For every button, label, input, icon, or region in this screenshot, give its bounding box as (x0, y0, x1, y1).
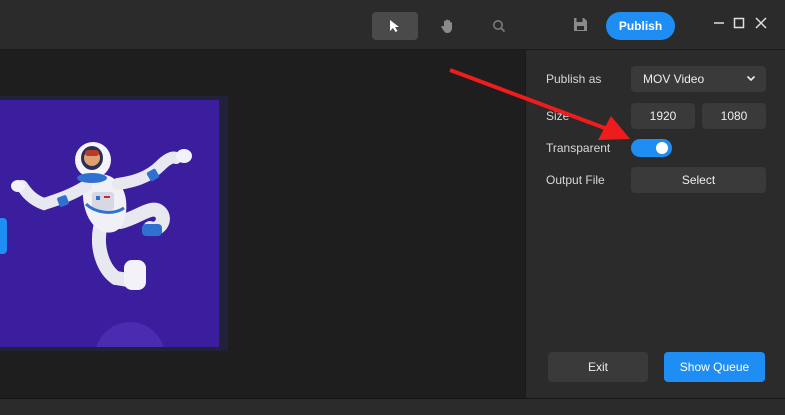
top-toolbar: Publish (0, 0, 785, 50)
bottom-status-bar (0, 398, 785, 415)
save-icon[interactable] (573, 17, 588, 32)
output-file-select-button[interactable]: Select (631, 167, 766, 193)
chevron-down-icon (746, 75, 756, 82)
size-label: Size (546, 109, 570, 123)
publish-button[interactable]: Publish (606, 12, 675, 40)
pan-tool-button[interactable] (424, 12, 470, 40)
search-icon (493, 20, 506, 33)
astronaut-illustration[interactable] (0, 100, 219, 347)
cursor-icon (390, 20, 399, 32)
publish-format-value: MOV Video (643, 72, 705, 86)
transparent-toggle[interactable] (631, 139, 672, 157)
zoom-tool-button[interactable] (476, 12, 522, 40)
publish-app: Publish Publish as MOV Video Size 1920 1… (0, 0, 785, 415)
height-input[interactable]: 1080 (702, 103, 766, 129)
canvas-area[interactable] (0, 50, 525, 398)
close-icon[interactable] (755, 17, 767, 29)
maximize-icon[interactable] (733, 17, 745, 29)
artboard[interactable] (0, 100, 219, 347)
side-tab[interactable] (0, 218, 7, 254)
show-queue-button[interactable]: Show Queue (664, 352, 765, 382)
publish-as-label: Publish as (546, 72, 602, 86)
transparent-label: Transparent (546, 141, 611, 155)
minimize-icon[interactable] (713, 17, 725, 29)
toggle-knob (656, 142, 668, 154)
publish-settings-panel: Publish as MOV Video Size 1920 1080 Tran… (525, 50, 785, 398)
select-tool-button[interactable] (372, 12, 418, 40)
hand-icon (441, 19, 452, 33)
width-input[interactable]: 1920 (631, 103, 695, 129)
output-file-label: Output File (546, 173, 605, 187)
exit-button[interactable]: Exit (548, 352, 648, 382)
publish-format-dropdown[interactable]: MOV Video (631, 66, 766, 92)
